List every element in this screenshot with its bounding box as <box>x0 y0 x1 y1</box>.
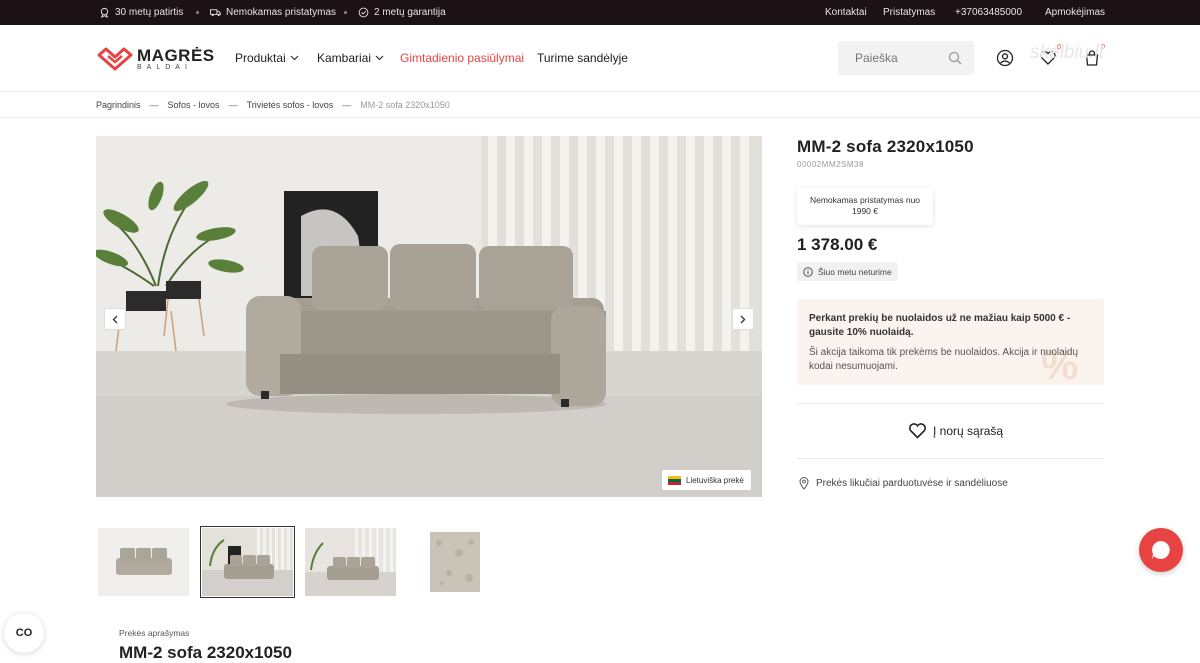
chevron-down-icon <box>290 55 299 61</box>
divider <box>0 117 1200 118</box>
feature-label: 2 metų garantija <box>374 7 446 18</box>
link-payment[interactable]: Apmokėjimas <box>1045 0 1105 25</box>
thumbnail-3[interactable] <box>305 528 396 596</box>
main-header: MAGRĖS BALDAI Produktai Kambariai Gimtad… <box>0 25 1200 92</box>
breadcrumb-home[interactable]: Pagrindinis <box>96 100 141 110</box>
nav-birthday-offers[interactable]: Gimtadienio pasiūlymai <box>400 51 524 65</box>
divider <box>797 403 1104 404</box>
lithuanian-product-badge: Lietuviška prekė <box>662 470 751 490</box>
cookie-settings-button[interactable]: CO <box>4 613 44 653</box>
thumbnail-image <box>98 528 189 596</box>
chat-bubble-icon <box>1152 541 1170 559</box>
thumbnail-2[interactable] <box>200 526 295 598</box>
top-bar: 30 metų patirtis Nemokamas pristatymas 2… <box>0 0 1200 25</box>
nav-label: Turime sandėlyje <box>537 51 628 65</box>
chevron-right-icon <box>740 315 746 323</box>
chevron-left-icon <box>112 315 118 323</box>
divider-dot <box>344 11 347 14</box>
nav-label: Gimtadienio pasiūlymai <box>400 51 525 65</box>
add-to-wishlist-button[interactable]: Į norų sąrašą <box>908 422 1003 439</box>
logo-text: MAGRĖS <box>137 46 215 65</box>
nav-products[interactable]: Produktai <box>235 51 299 65</box>
thumbnail-image <box>202 528 293 596</box>
product-title: MM-2 sofa 2320x1050 <box>797 137 974 156</box>
breadcrumb-three-seat[interactable]: Trivietės sofos - lovos <box>247 100 334 110</box>
shipping-note-amount: 1990 € <box>852 206 878 216</box>
thumbnail-image <box>305 528 396 596</box>
watermark: skelbiu.lt <box>1030 42 1104 63</box>
lithuania-flag-icon <box>668 475 681 485</box>
gallery-prev-button[interactable] <box>104 308 126 330</box>
breadcrumb: Pagrindinis — Sofos - lovos — Trivietės … <box>96 100 450 110</box>
description-title: MM-2 sofa 2320x1050 <box>119 643 292 662</box>
thumbnail-image <box>409 528 500 596</box>
divider <box>797 458 1104 459</box>
breadcrumb-current: MM-2 sofa 2320x1050 <box>360 100 450 110</box>
logo[interactable]: MAGRĖS BALDAI <box>97 44 215 74</box>
feature-warranty: 2 metų garantija <box>358 0 446 25</box>
feature-experience: 30 metų patirtis <box>99 0 183 25</box>
thumbnail-4[interactable] <box>409 528 500 596</box>
nav-in-stock[interactable]: Turime sandėlyje <box>537 51 628 65</box>
info-icon <box>803 266 813 277</box>
store-availability-label: Prekės likučiai parduotuvėse ir sandėliu… <box>816 478 1008 489</box>
search-icon[interactable] <box>948 51 962 65</box>
shield-check-icon <box>358 7 369 18</box>
location-pin-icon <box>799 477 809 490</box>
stock-status-badge: Šiuo metu neturime <box>797 262 898 281</box>
logo-heart-icon <box>97 47 133 71</box>
breadcrumb-separator: — <box>149 100 159 110</box>
promo-text: Ši akcija taikoma tik prekėms be nuolaid… <box>809 347 1079 372</box>
truck-icon <box>210 9 221 17</box>
feature-label: 30 metų patirtis <box>115 7 184 18</box>
link-delivery[interactable]: Pristatymas <box>883 0 935 25</box>
origin-badge-label: Lietuviška prekė <box>686 475 744 485</box>
nav-label: Kambariai <box>317 51 372 65</box>
thumbnail-1[interactable] <box>98 528 189 596</box>
promo-banner: % Perkant prekių be nuolaidos už ne maži… <box>797 299 1104 385</box>
product-main-image[interactable] <box>96 136 762 497</box>
wishlist-label: Į norų sąrašą <box>933 423 1004 438</box>
divider-dot <box>196 11 199 14</box>
award-icon <box>100 7 109 18</box>
feature-label: Nemokamas pristatymas <box>226 7 337 18</box>
nav-rooms[interactable]: Kambariai <box>317 51 384 65</box>
search-box <box>838 41 974 75</box>
breadcrumb-separator: — <box>228 100 238 110</box>
breadcrumb-sofa-beds[interactable]: Sofos - lovos <box>168 100 220 110</box>
heart-icon <box>909 423 926 439</box>
free-shipping-note: Nemokamas pristatymas nuo 1990 € <box>797 188 933 225</box>
feature-delivery: Nemokamas pristatymas <box>210 0 336 25</box>
sofa-photo <box>96 136 762 497</box>
store-availability-link[interactable]: Prekės likučiai parduotuvėse ir sandėliu… <box>799 477 1008 490</box>
shipping-note-line: Nemokamas pristatymas nuo <box>809 195 921 205</box>
stock-status-text: Šiuo metu neturime <box>818 266 892 277</box>
product-price: 1 378.00 € <box>797 235 878 254</box>
logo-subtext: BALDAI <box>137 64 192 71</box>
link-contacts[interactable]: Kontaktai <box>825 0 867 25</box>
chat-button[interactable] <box>1139 528 1183 572</box>
chevron-down-icon <box>375 55 384 61</box>
breadcrumb-separator: — <box>342 100 352 110</box>
product-sku: 00002MM2SM38 <box>797 160 864 169</box>
cookie-icon: CO <box>15 627 33 639</box>
description-label: Prekės aprašymas <box>119 628 190 638</box>
gallery-next-button[interactable] <box>732 308 754 330</box>
account-icon[interactable] <box>996 49 1014 67</box>
link-phone[interactable]: +37063485000 <box>955 0 1022 25</box>
promo-heading: Perkant prekių be nuolaidos už ne mažiau… <box>809 313 1071 338</box>
nav-label: Produktai <box>235 51 286 65</box>
